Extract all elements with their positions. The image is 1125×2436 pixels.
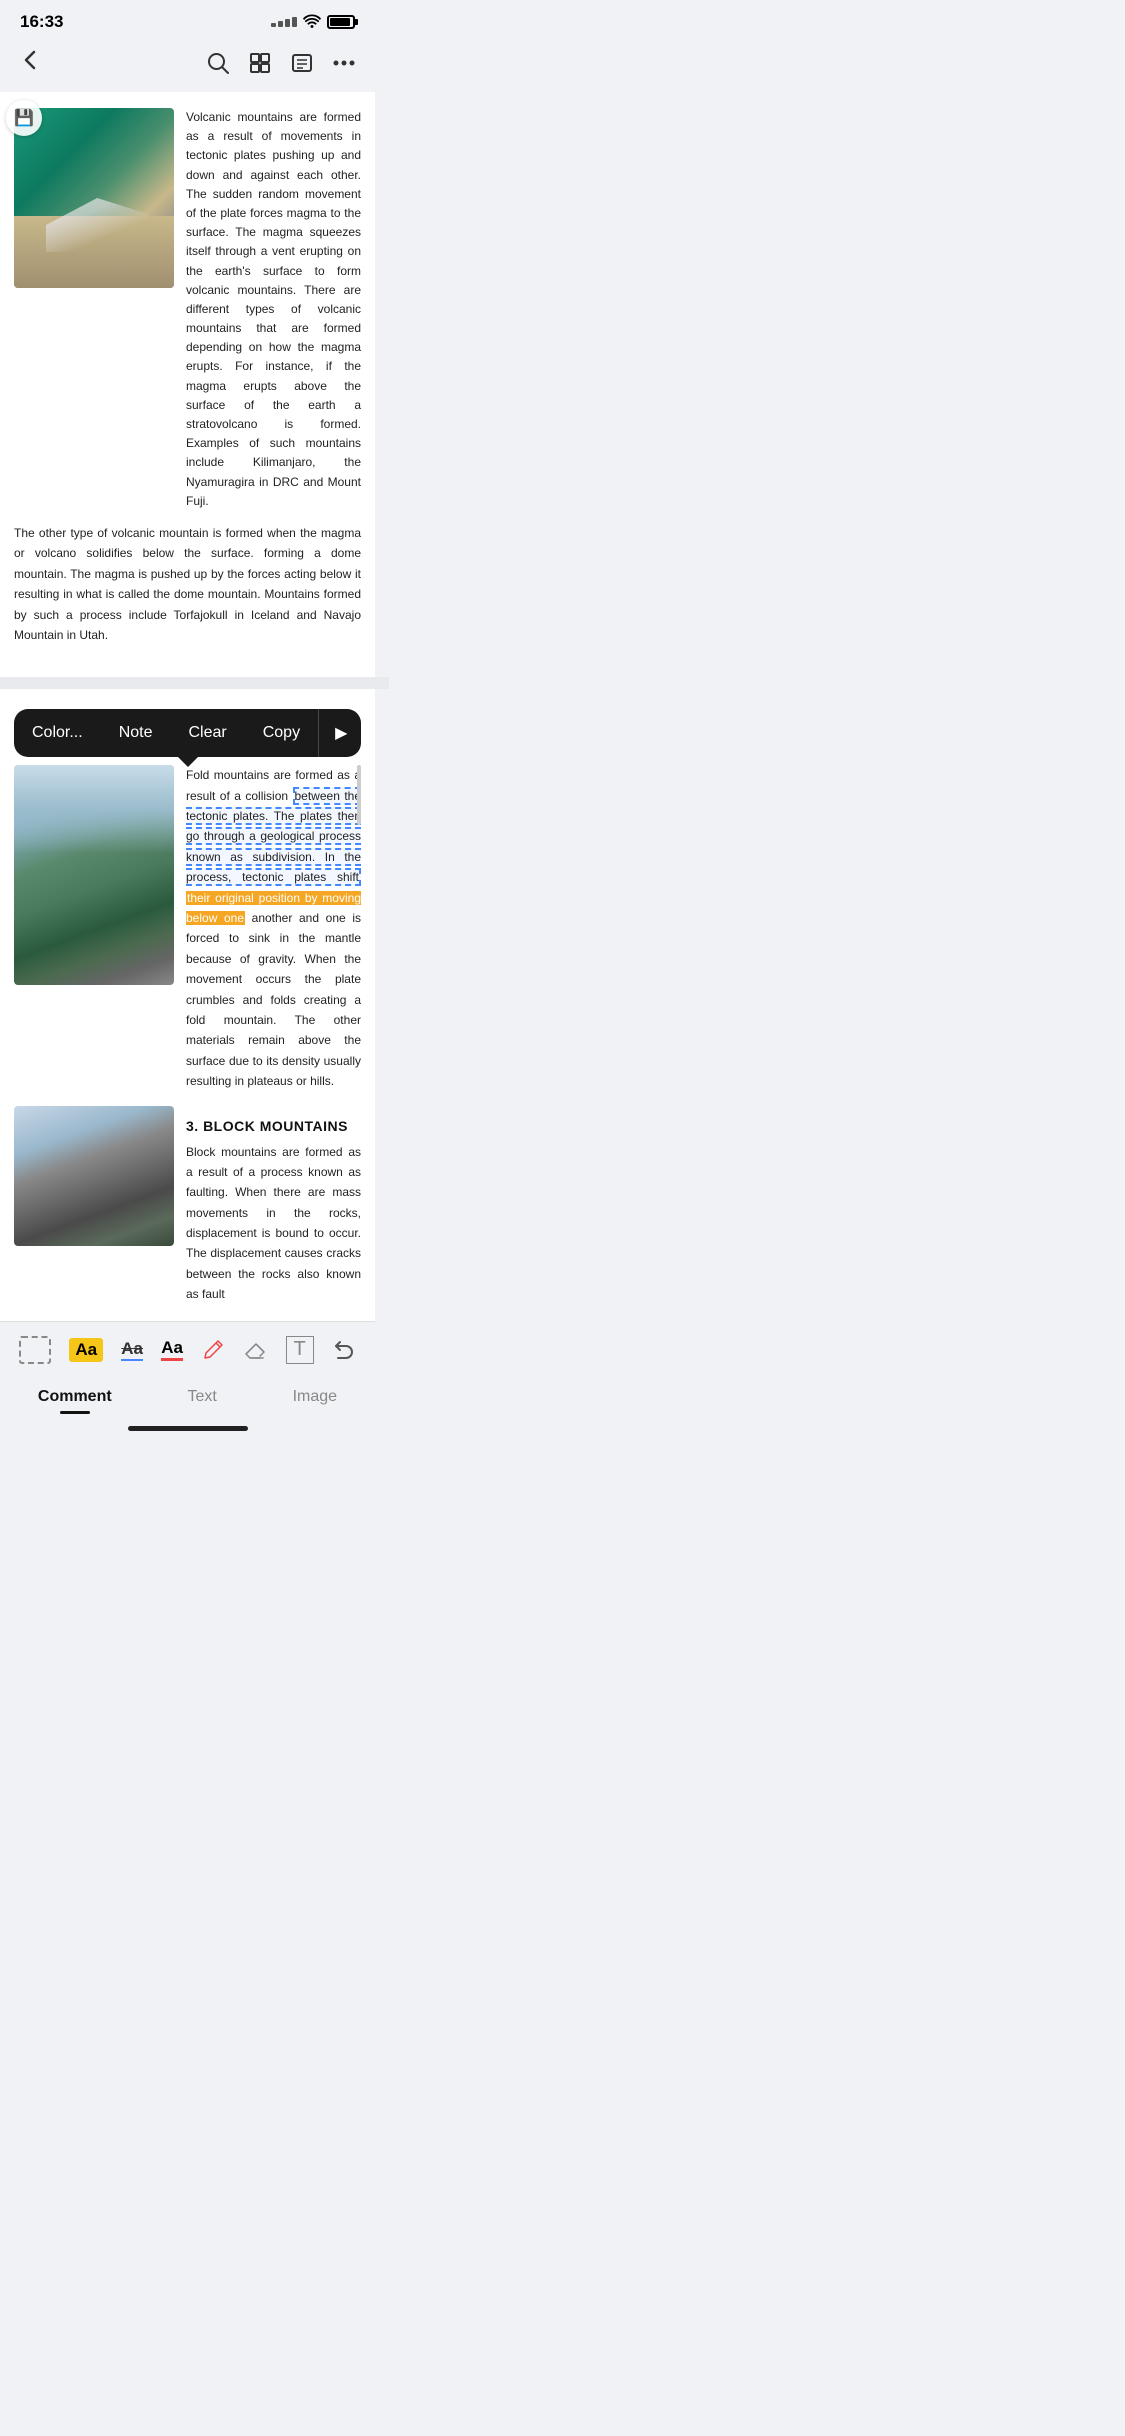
undo-icon bbox=[332, 1338, 356, 1362]
undo-button[interactable] bbox=[324, 1334, 364, 1366]
battery-icon bbox=[327, 15, 355, 29]
back-button[interactable] bbox=[20, 46, 40, 80]
toolbar-icons: Aa Aa Aa T bbox=[0, 1332, 375, 1368]
list-button[interactable] bbox=[291, 52, 313, 74]
status-icons bbox=[271, 14, 355, 31]
volcanic-image bbox=[14, 108, 174, 288]
clear-button[interactable]: Clear bbox=[170, 710, 244, 756]
section-fold: Fold mountains are formed as a result of… bbox=[14, 765, 361, 1091]
home-indicator bbox=[0, 1418, 375, 1435]
nav-icons bbox=[207, 52, 355, 74]
tab-text[interactable]: Text bbox=[167, 1384, 236, 1410]
block-mountains-text: Block mountains are formed as a result o… bbox=[186, 1142, 361, 1305]
eraser-tool-button[interactable] bbox=[235, 1334, 275, 1366]
bottom-tabs: Comment Text Image bbox=[0, 1374, 375, 1418]
pen-tool-button[interactable] bbox=[193, 1334, 233, 1366]
block-mountains-heading: 3. BLOCK MOUNTAINS bbox=[186, 1118, 361, 1134]
section-block: 3. BLOCK MOUNTAINS Block mountains are f… bbox=[14, 1106, 361, 1305]
strikethrough-aa-icon: Aa bbox=[121, 1339, 143, 1361]
fold-section: Fold mountains are formed as a result of… bbox=[14, 765, 361, 1091]
top-nav bbox=[0, 38, 375, 92]
pen-icon bbox=[201, 1338, 225, 1362]
signal-icon bbox=[271, 17, 297, 27]
status-bar: 16:33 bbox=[0, 0, 375, 38]
selection-box-icon bbox=[19, 1336, 51, 1364]
block-mountain-image bbox=[14, 1106, 174, 1246]
fold-text-normal-2: another and one is forced to sink in the… bbox=[186, 911, 361, 1088]
text-tool-button[interactable]: T bbox=[278, 1332, 322, 1368]
volcanic-body-text: The other type of volcanic mountain is f… bbox=[14, 523, 361, 645]
content-area: 💾 Volcanic mountains are formed as a res… bbox=[0, 92, 375, 677]
copy-button[interactable]: Copy bbox=[245, 710, 318, 756]
home-bar bbox=[128, 1426, 248, 1431]
block-text-col: 3. BLOCK MOUNTAINS Block mountains are f… bbox=[186, 1106, 361, 1305]
volcanic-image-container: 💾 bbox=[14, 108, 174, 511]
wifi-icon bbox=[303, 14, 321, 31]
tab-comment[interactable]: Comment bbox=[18, 1384, 132, 1410]
fold-image bbox=[14, 765, 174, 985]
color-button[interactable]: Color... bbox=[14, 710, 101, 756]
highlight-tool-button[interactable]: Aa bbox=[61, 1334, 111, 1366]
save-icon: 💾 bbox=[14, 108, 34, 128]
volcanic-text: Volcanic mountains are formed as a resul… bbox=[186, 108, 361, 511]
note-button[interactable]: Note bbox=[101, 710, 171, 756]
grid-button[interactable] bbox=[249, 52, 271, 74]
tab-image[interactable]: Image bbox=[273, 1384, 357, 1410]
eraser-icon bbox=[243, 1338, 267, 1362]
selection-tool-button[interactable] bbox=[11, 1332, 59, 1368]
status-time: 16:33 bbox=[20, 12, 63, 32]
tooltip-popup: Color... Note Clear Copy ▶ bbox=[14, 709, 361, 757]
text-icon: T bbox=[286, 1336, 314, 1364]
tooltip-more-button[interactable]: ▶ bbox=[318, 709, 363, 757]
search-button[interactable] bbox=[207, 52, 229, 74]
section-volcanic: 💾 Volcanic mountains are formed as a res… bbox=[14, 108, 361, 511]
underline-tool-button[interactable]: Aa bbox=[153, 1334, 191, 1365]
fold-text: Fold mountains are formed as a result of… bbox=[186, 765, 361, 1091]
strikethrough-tool-button[interactable]: Aa bbox=[113, 1335, 151, 1365]
bottom-toolbar: Aa Aa Aa T bbox=[0, 1321, 375, 1374]
scroll-indicator bbox=[357, 765, 361, 825]
section-divider bbox=[0, 677, 389, 689]
highlight-aa-icon: Aa bbox=[69, 1338, 103, 1362]
content-area-2: Color... Note Clear Copy ▶ Fold mountain… bbox=[0, 689, 375, 1320]
save-icon-circle[interactable]: 💾 bbox=[6, 100, 42, 136]
underline-aa-icon: Aa bbox=[161, 1338, 183, 1361]
more-button[interactable] bbox=[333, 60, 355, 66]
